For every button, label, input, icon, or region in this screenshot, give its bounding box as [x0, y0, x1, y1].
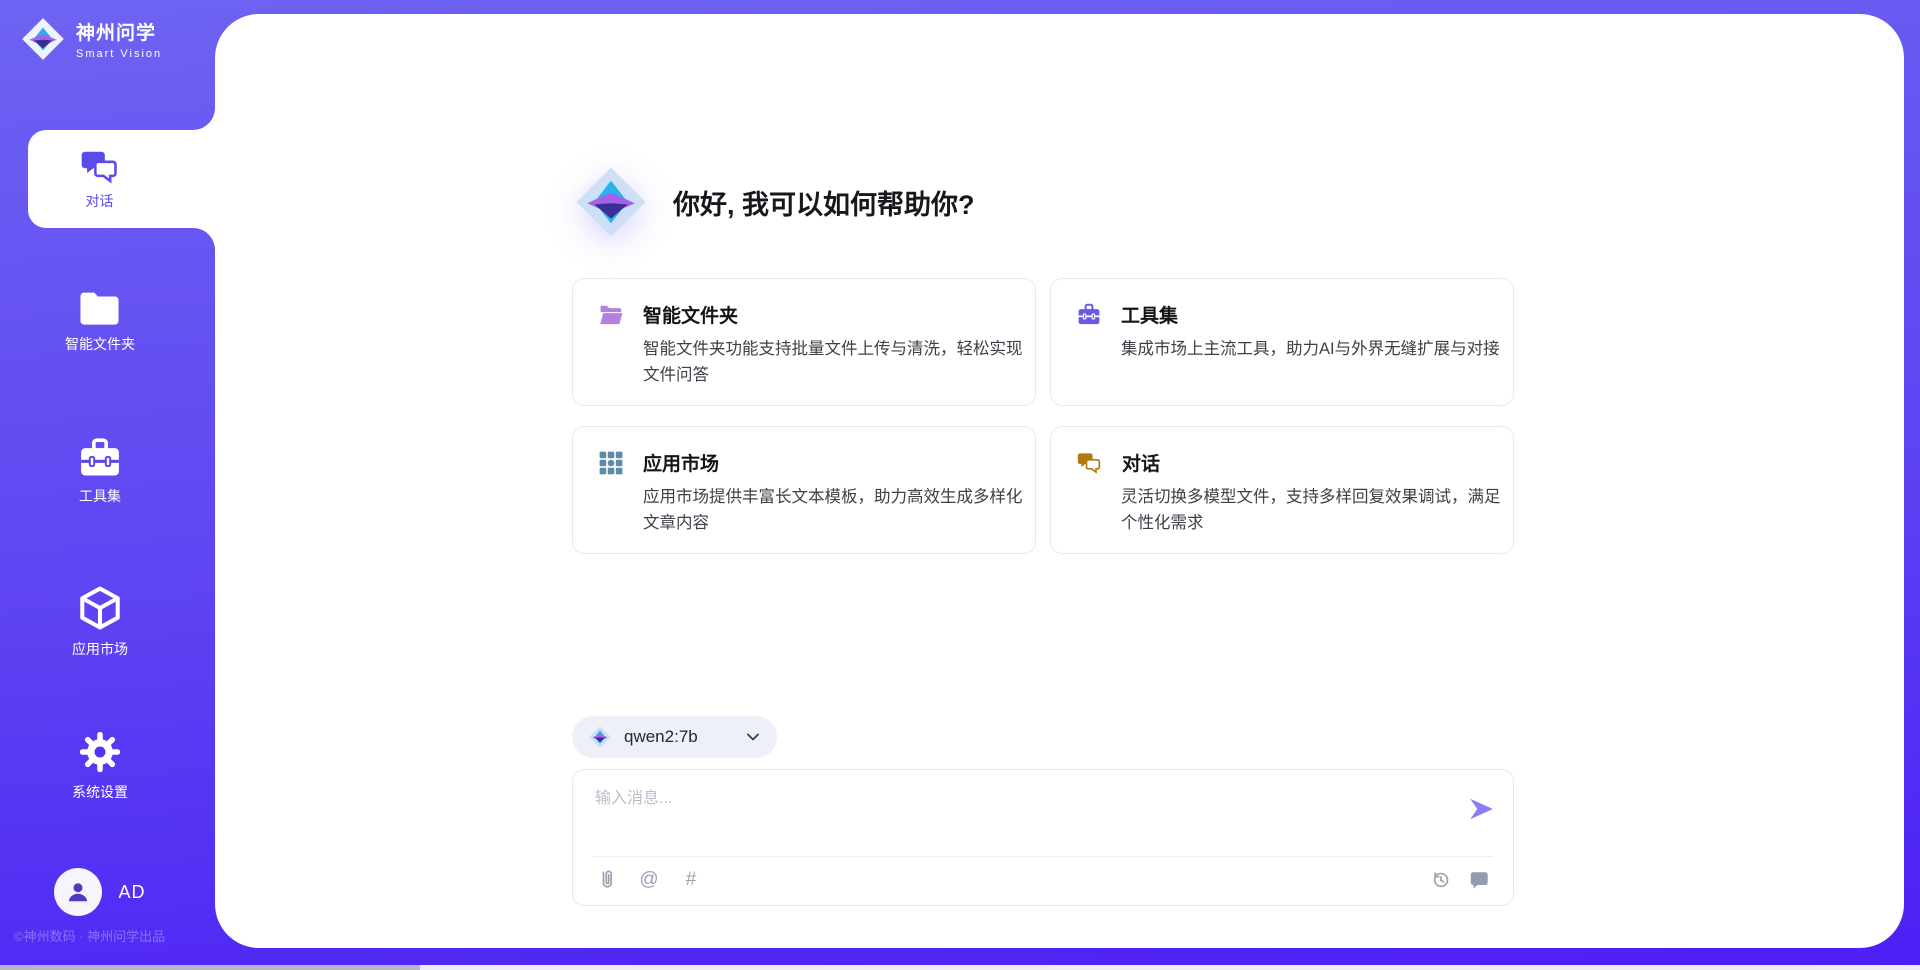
model-logo-icon	[588, 725, 612, 749]
model-name: qwen2:7b	[624, 727, 698, 747]
sidebar-item-label: 应用市场	[72, 639, 128, 659]
card-description: 智能文件夹功能支持批量文件上传与清洗，轻松实现文件问答	[643, 337, 1031, 388]
paperclip-icon	[596, 868, 618, 892]
card-title: 对话	[1122, 449, 1160, 476]
model-selector[interactable]: qwen2:7b	[572, 716, 777, 758]
feature-cards: 智能文件夹 智能文件夹功能支持批量文件上传与清洗，轻松实现文件问答 工具集 集成…	[572, 278, 1514, 554]
user-avatar	[54, 868, 102, 916]
app-title: 神州问学	[76, 18, 162, 45]
message-input[interactable]	[595, 784, 1445, 846]
card-description: 集成市场上主流工具，助力AI与外界无缝扩展与对接	[1121, 337, 1509, 363]
at-icon: @	[639, 869, 658, 891]
sidebar-item-label: 工具集	[79, 486, 121, 506]
toolbox-icon	[78, 438, 122, 478]
history-icon	[1430, 869, 1452, 891]
feature-card-folders[interactable]: 智能文件夹 智能文件夹功能支持批量文件上传与清洗，轻松实现文件问答	[572, 278, 1036, 406]
sidebar-item-label: 系统设置	[72, 782, 128, 802]
feature-card-market[interactable]: 应用市场 应用市场提供丰富长文本模板，助力高效生成多样化文章内容	[572, 426, 1036, 554]
app-logo-icon	[20, 16, 66, 62]
send-icon	[1468, 797, 1494, 821]
app-window: { "app": { "name": "神州问学", "subtitle": "…	[0, 0, 1920, 970]
topic-button[interactable]: #	[679, 868, 703, 892]
card-title: 应用市场	[643, 449, 719, 476]
message-composer: @ #	[572, 769, 1514, 906]
feature-card-chat[interactable]: 对话 灵活切换多模型文件，支持多样回复效果调试，满足个性化需求	[1050, 426, 1514, 554]
composer-toolbar: @ #	[595, 868, 1491, 892]
send-button[interactable]	[1465, 794, 1497, 826]
attach-file-button[interactable]	[595, 868, 619, 892]
cube-icon	[78, 585, 122, 631]
mention-button[interactable]: @	[637, 868, 661, 892]
card-title: 工具集	[1121, 301, 1178, 328]
tab-curve-top	[193, 108, 215, 130]
card-description: 灵活切换多模型文件，支持多样回复效果调试，满足个性化需求	[1121, 485, 1509, 536]
sidebar-item-tools[interactable]: 工具集	[0, 438, 200, 506]
chat-bubbles-icon	[80, 148, 120, 184]
card-title: 智能文件夹	[643, 301, 738, 328]
sidebar-item-settings[interactable]: 系统设置	[0, 730, 200, 802]
horizontal-scrollbar[interactable]	[0, 965, 1920, 970]
composer-toolbar-right	[1429, 868, 1491, 892]
sidebar: 神州问学 Smart Vision 对话 智能文件夹 工具集	[0, 0, 215, 970]
folder-icon	[79, 290, 121, 326]
feature-card-tools[interactable]: 工具集 集成市场上主流工具，助力AI与外界无缝扩展与对接	[1050, 278, 1514, 406]
assistant-logo-icon	[573, 164, 649, 240]
chevron-down-icon	[745, 729, 761, 745]
composer-divider	[593, 856, 1493, 857]
app-logo: 神州问学 Smart Vision	[20, 16, 162, 62]
sidebar-item-chat[interactable]: 对话	[28, 130, 215, 228]
user-initials: AD	[118, 882, 145, 903]
person-icon	[63, 877, 93, 907]
greeting-title: 你好, 我可以如何帮助你?	[673, 183, 975, 222]
sidebar-item-label: 智能文件夹	[65, 334, 135, 354]
greeting: 你好, 我可以如何帮助你?	[573, 164, 975, 240]
history-button[interactable]	[1429, 868, 1453, 892]
folder-open-icon	[599, 304, 623, 326]
sidebar-item-folders[interactable]: 智能文件夹	[0, 290, 200, 354]
copyright-text: ©神州数码 · 神州问学出品	[14, 926, 224, 945]
scrollbar-thumb[interactable]	[0, 965, 420, 970]
tab-curve-bottom	[193, 228, 215, 250]
gear-icon	[78, 730, 122, 774]
card-description: 应用市场提供丰富长文本模板，助力高效生成多样化文章内容	[643, 485, 1031, 536]
user-account[interactable]: AD	[0, 868, 200, 916]
toolbox-icon	[1077, 303, 1101, 326]
sidebar-item-label: 对话	[86, 191, 114, 211]
sidebar-item-market[interactable]: 应用市场	[0, 585, 200, 659]
quick-reply-button[interactable]	[1467, 868, 1491, 892]
app-subtitle: Smart Vision	[76, 48, 162, 60]
app-grid-icon	[599, 451, 623, 475]
main-panel: 你好, 我可以如何帮助你? 智能文件夹 智能文件夹功能支持批量文件上传与清洗，轻…	[215, 14, 1904, 948]
chat-bubbles-icon	[1077, 451, 1102, 474]
hash-icon: #	[686, 869, 697, 891]
comment-icon	[1468, 869, 1490, 891]
